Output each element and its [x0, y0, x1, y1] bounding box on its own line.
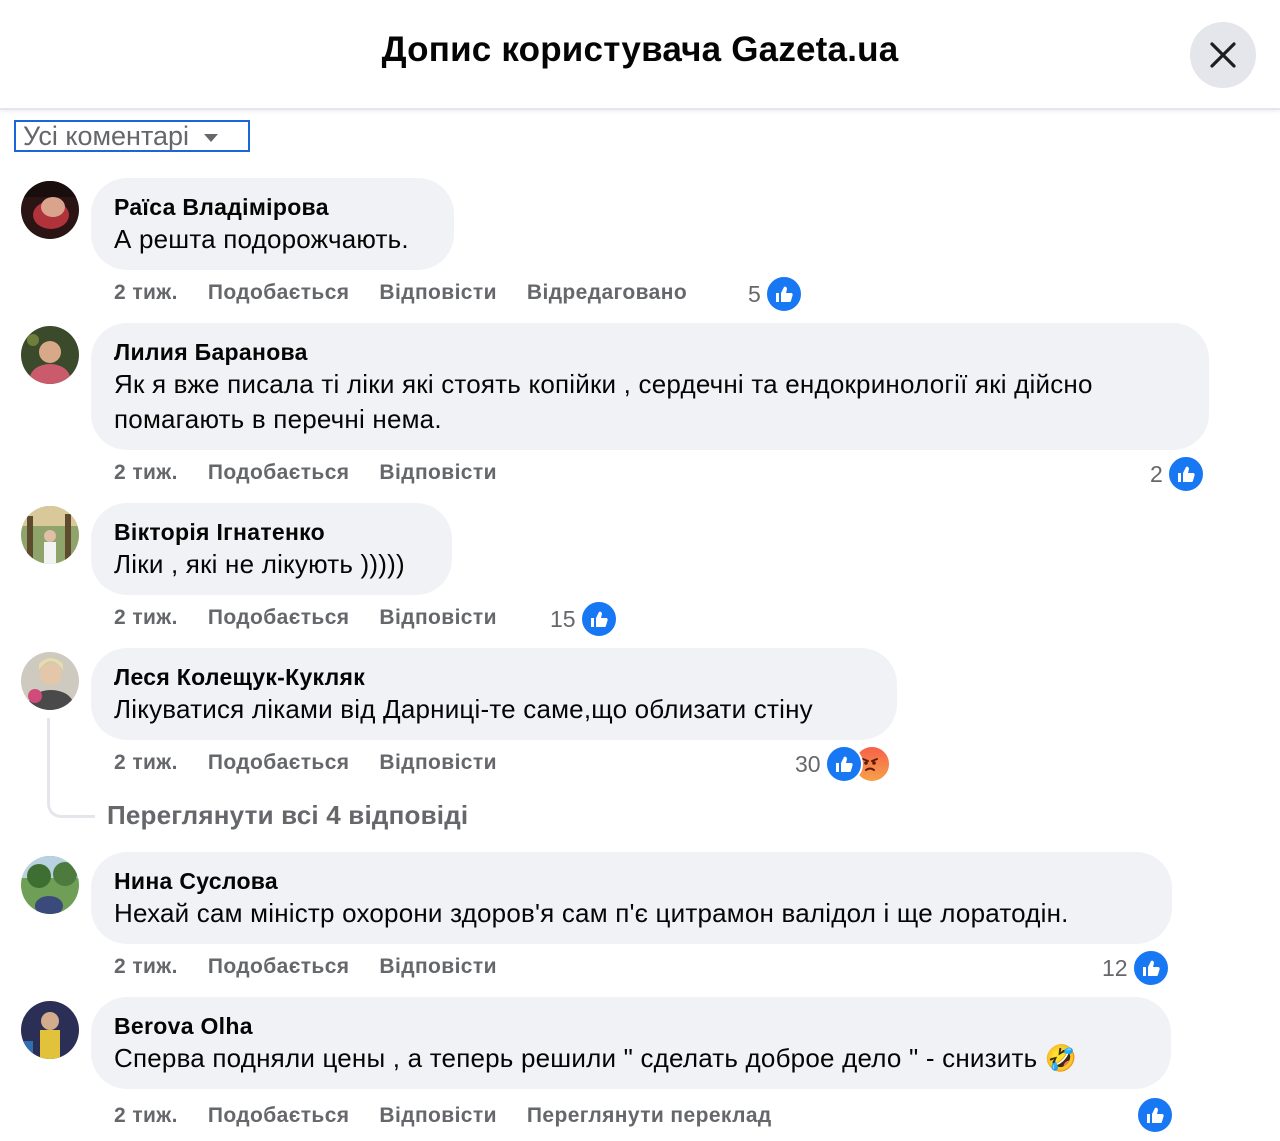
comment-text: Сперва подняли цены , а теперь решили " …: [114, 1043, 1078, 1073]
comment-text: Ліки , які не лікують ))))): [114, 549, 405, 579]
comment-bubble: Berova Olha Сперва подняли цены , а тепе…: [91, 997, 1171, 1089]
reply-thread-line: [47, 718, 95, 818]
comment-actions: 2 тиж. Подобається Відповісти: [114, 952, 497, 982]
reactions-summary[interactable]: 30: [795, 745, 891, 783]
comment-text: Нехай сам міністр охорони здоров'я сам п…: [114, 898, 1069, 928]
avatar[interactable]: [21, 326, 79, 384]
like-button[interactable]: Подобається: [208, 606, 350, 630]
reply-button[interactable]: Відповісти: [379, 461, 496, 485]
comment-text: помагають в перечні нема.: [114, 404, 442, 434]
dialog-title: Допис користувача Gazeta.ua: [381, 30, 899, 69]
like-icon: [1131, 949, 1170, 987]
comment-bubble: Лилия Баранова Як я вже писала ті ліки я…: [91, 323, 1209, 450]
reactions-summary[interactable]: 12: [1102, 949, 1170, 987]
reaction-count: 2: [1150, 460, 1163, 487]
reply-button[interactable]: Відповісти: [379, 281, 496, 305]
reply-button[interactable]: Відповісти: [379, 606, 496, 630]
close-button[interactable]: [1190, 22, 1256, 88]
like-button[interactable]: Подобається: [208, 751, 350, 775]
like-icon: [579, 600, 618, 638]
reactions-summary[interactable]: 15: [550, 600, 618, 638]
comment-text: Лікуватися ліками від Дарниці-те саме,що…: [114, 694, 813, 724]
reactions-summary[interactable]: 5: [748, 275, 803, 313]
comment-text: Як я вже писала ті ліки які стоять копій…: [114, 369, 1093, 399]
caret-down-icon: [204, 134, 219, 142]
reaction-count: 15: [550, 605, 576, 632]
edited-label[interactable]: Відредаговано: [527, 281, 687, 305]
comment-author[interactable]: Вікторія Ігнатенко: [114, 517, 430, 547]
reaction-count: 5: [748, 280, 761, 307]
close-icon: [1210, 42, 1236, 68]
comment-actions: 2 тиж. Подобається Відповісти Відредагов…: [114, 278, 687, 308]
comment-actions: 2 тиж. Подобається Відповісти: [114, 458, 497, 488]
comment-author[interactable]: Berova Olha: [114, 1011, 1149, 1041]
reactions-summary[interactable]: 2: [1150, 455, 1205, 493]
see-translation-link[interactable]: Переглянути переклад: [527, 1104, 772, 1128]
comment-time[interactable]: 2 тиж.: [114, 606, 178, 630]
reply-button[interactable]: Відповісти: [379, 955, 496, 979]
avatar[interactable]: [21, 506, 79, 564]
view-replies-link[interactable]: Переглянути всі 4 відповіді: [107, 800, 468, 831]
reply-button[interactable]: Відповісти: [379, 751, 496, 775]
comment-time[interactable]: 2 тиж.: [114, 461, 178, 485]
like-icon: [764, 275, 803, 313]
comment-author[interactable]: Леся Колещук-Кукляк: [114, 662, 875, 692]
comment-time[interactable]: 2 тиж.: [114, 751, 178, 775]
dialog-header: Допис користувача Gazeta.ua: [0, 0, 1280, 110]
avatar[interactable]: [21, 652, 79, 710]
comment-author[interactable]: Раїса Владімірова: [114, 192, 432, 222]
comment-filter-dropdown[interactable]: Усі коментарі: [14, 120, 250, 152]
comment-bubble: Вікторія Ігнатенко Ліки , які не лікують…: [91, 503, 452, 595]
comment-author[interactable]: Нина Суслова: [114, 866, 1150, 896]
like-button[interactable]: Подобається: [208, 281, 350, 305]
comment-author[interactable]: Лилия Баранова: [114, 337, 1187, 367]
like-button[interactable]: Подобається: [208, 955, 350, 979]
like-icon: [824, 745, 863, 783]
reactions-summary[interactable]: [1132, 1096, 1174, 1134]
like-icon: [1136, 1096, 1174, 1134]
like-button[interactable]: Подобається: [208, 1104, 350, 1128]
reaction-count: 30: [795, 750, 821, 777]
comment-bubble: Леся Колещук-Кукляк Лікуватися ліками ві…: [91, 648, 897, 740]
comment-actions: 2 тиж. Подобається Відповісти Переглянут…: [114, 1101, 772, 1131]
avatar[interactable]: [21, 1001, 79, 1059]
reply-button[interactable]: Відповісти: [379, 1104, 496, 1128]
comment-time[interactable]: 2 тиж.: [114, 281, 178, 305]
comment-actions: 2 тиж. Подобається Відповісти: [114, 603, 497, 633]
comment-actions: 2 тиж. Подобається Відповісти: [114, 748, 497, 778]
comment-text: А решта подорожчають.: [114, 224, 409, 254]
reaction-count: 12: [1102, 954, 1128, 981]
comment-time[interactable]: 2 тиж.: [114, 955, 178, 979]
avatar[interactable]: [21, 181, 79, 239]
comment-time[interactable]: 2 тиж.: [114, 1104, 178, 1128]
like-button[interactable]: Подобається: [208, 461, 350, 485]
comment-bubble: Нина Суслова Нехай сам міністр охорони з…: [91, 852, 1172, 944]
like-icon: [1166, 455, 1205, 493]
comment-bubble: Раїса Владімірова А решта подорожчають.: [91, 178, 454, 270]
avatar[interactable]: [21, 856, 79, 914]
comment-filter-label: Усі коментарі: [23, 120, 190, 151]
